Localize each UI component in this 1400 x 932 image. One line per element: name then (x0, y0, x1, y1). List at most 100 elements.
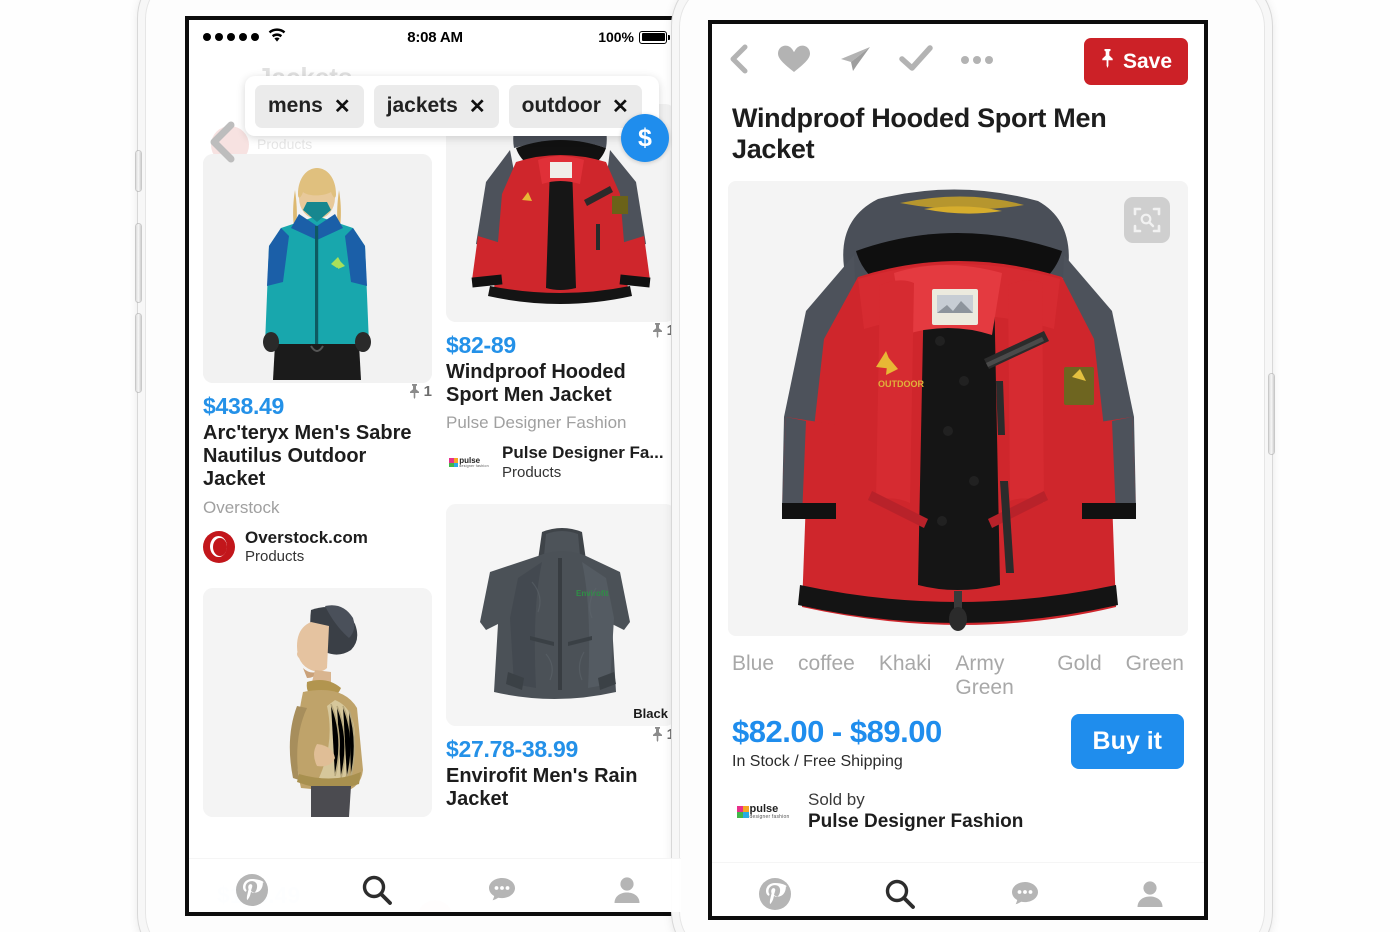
status-bar-left: 8:08 AM 100% (189, 20, 681, 54)
phone-device-right: Save Windproof Hooded Sport Men Jacket O… (672, 0, 1274, 932)
pin-icon (652, 323, 662, 338)
stock-status: In Stock / Free Shipping (732, 753, 903, 771)
nav-messages-chat-icon[interactable] (1005, 874, 1045, 914)
pin-icon (1100, 49, 1115, 74)
more-ellipsis-icon[interactable] (960, 53, 994, 71)
screen-left: 8:08 AM 100% Jackets Products $148.49 Ov… (185, 16, 685, 916)
volume-up-button[interactable] (136, 224, 141, 302)
send-paper-plane-icon[interactable] (838, 44, 872, 79)
chip-label: outdoor (521, 94, 601, 117)
pin-source-text: Overstock.com Products (245, 528, 368, 566)
overstock-logo-icon (203, 530, 235, 563)
pin-source-name: Pulse Designer Fa... (502, 443, 664, 463)
status-battery-area: 100% (517, 29, 670, 45)
nav-home-pinterest-icon[interactable] (232, 870, 272, 910)
feed-container: Jackets Products $148.49 Overstock.com P… (189, 54, 681, 916)
status-time: 8:08 AM (407, 28, 463, 46)
pin-price-row: $438.49 1 (203, 383, 432, 420)
color-option[interactable]: Blue (732, 652, 774, 700)
pin-card[interactable] (203, 587, 432, 817)
pin-icon (409, 384, 419, 399)
pin-detail-view: Save Windproof Hooded Sport Men Jacket O… (712, 24, 1204, 916)
pin-price-row: $27.78-38.99 1 (446, 726, 675, 763)
price-block: $82.00 - $89.00 In Stock / Free Shipping (732, 714, 942, 771)
color-option[interactable]: Army Green (955, 652, 1033, 700)
seller-name: Pulse Designer Fashion (808, 811, 1024, 833)
volume-down-button[interactable] (136, 314, 141, 392)
pin-price-row: $82-89 1 (446, 322, 675, 359)
pin-save-count: 1 (408, 383, 432, 400)
visual-search-expand-icon[interactable] (1124, 197, 1170, 244)
svg-text:OUTDOOR: OUTDOOR (878, 379, 924, 389)
battery-icon (639, 30, 670, 44)
pin-source-sub: Products (245, 547, 305, 565)
dollar-icon: $ (638, 123, 652, 152)
chip-label: mens (268, 94, 323, 117)
search-chip-0[interactable]: mens ✕ (255, 84, 364, 128)
ghost-subtitle: Products (257, 136, 313, 152)
nav-profile-person-icon[interactable] (607, 870, 647, 910)
ghost-brand: Overstock.com (459, 912, 566, 916)
product-price: $82.00 - $89.00 (732, 714, 942, 750)
screen-right: Save Windproof Hooded Sport Men Jacket O… (708, 20, 1208, 920)
sold-by-row[interactable]: pulse designer fashion Sold by Pulse Desi… (712, 771, 1204, 834)
pin-card[interactable]: $438.49 1 Arc'teryx Men's Sabre Nautilus… (203, 154, 432, 566)
nav-home-pinterest-icon[interactable] (755, 874, 795, 914)
close-icon[interactable]: ✕ (612, 94, 629, 119)
pin-price: $27.78-38.99 (446, 735, 578, 762)
close-icon[interactable]: ✕ (469, 94, 486, 119)
battery-percent: 100% (598, 29, 634, 45)
pin-column-right: $82-89 1 Windproof Hooded Sport Men Jack… (446, 104, 675, 839)
search-chips-bar[interactable]: mens ✕ jackets ✕ outdoor ✕ (245, 76, 659, 136)
pin-column-left: $438.49 1 Arc'teryx Men's Sabre Nautilus… (203, 154, 432, 839)
detail-header-icons (728, 44, 1084, 79)
color-options[interactable]: Blue coffee Khaki Army Green Gold Green (712, 636, 1204, 700)
pin-source[interactable]: pulse designer fashion Pulse Designer Fa.… (446, 443, 675, 481)
pin-image[interactable]: Envirofit Black (446, 503, 675, 726)
sold-by-text: Sold by Pulse Designer Fashion (808, 789, 1023, 834)
nav-profile-person-icon[interactable] (1130, 874, 1170, 914)
pulse-logo-icon: pulse designer fashion (732, 794, 794, 829)
heart-icon[interactable] (777, 44, 811, 79)
color-option[interactable]: coffee (798, 652, 855, 700)
pin-image[interactable] (203, 154, 432, 383)
close-icon[interactable]: ✕ (334, 94, 351, 119)
bottom-nav-right[interactable] (712, 862, 1204, 916)
search-chip-1[interactable]: jackets ✕ (373, 84, 499, 128)
pin-grid: $438.49 1 Arc'teryx Men's Sabre Nautilus… (189, 104, 681, 839)
pin-source-sub: Products (502, 463, 562, 481)
pin-source-text: Pulse Designer Fa... Products (502, 443, 664, 481)
power-button[interactable] (1269, 374, 1274, 454)
color-option[interactable]: Gold (1057, 652, 1101, 700)
tried-check-icon[interactable] (899, 45, 933, 78)
nav-messages-chat-icon[interactable] (482, 870, 522, 910)
nav-search-icon[interactable] (357, 870, 397, 910)
price-and-buy-row: $82.00 - $89.00 In Stock / Free Shipping… (712, 700, 1204, 771)
mute-switch[interactable] (136, 151, 141, 191)
buy-it-button[interactable]: Buy it (1070, 714, 1184, 770)
sold-by-label: Sold by (808, 790, 865, 810)
pin-source-name: Overstock.com (245, 527, 368, 547)
save-button[interactable]: Save (1083, 38, 1188, 85)
back-button[interactable] (207, 120, 237, 171)
color-option[interactable]: Khaki (879, 652, 932, 700)
pin-color-label: Black (633, 705, 668, 721)
back-chevron-left-icon[interactable] (728, 44, 750, 79)
pin-card[interactable]: $82-89 1 Windproof Hooded Sport Men Jack… (446, 104, 675, 482)
bottom-nav-left[interactable] (189, 858, 681, 912)
price-filter-button[interactable]: $ (621, 114, 669, 162)
color-option[interactable]: Green (1126, 652, 1184, 700)
search-chip-2[interactable]: outdoor ✕ (508, 84, 642, 128)
pin-price: $82-89 (446, 332, 516, 358)
chip-label: jackets (386, 94, 458, 117)
pin-card[interactable]: Envirofit Black $27.78-38.99 1 Envirofit… (446, 503, 675, 811)
pin-source[interactable]: Overstock.com Products (203, 528, 432, 566)
pulse-logo-icon: pulse designer fashion (446, 449, 492, 476)
pin-brand: Pulse Designer Fashion (446, 413, 627, 433)
pin-title: Envirofit Men's Rain Jacket (446, 764, 638, 810)
screenshot-stage: 8:08 AM 100% Jackets Products $148.49 Ov… (0, 0, 1400, 932)
product-hero-image[interactable]: OUTDOOR (728, 181, 1188, 637)
pin-icon (652, 726, 662, 742)
nav-search-icon[interactable] (880, 874, 920, 914)
pin-image[interactable] (203, 587, 432, 817)
